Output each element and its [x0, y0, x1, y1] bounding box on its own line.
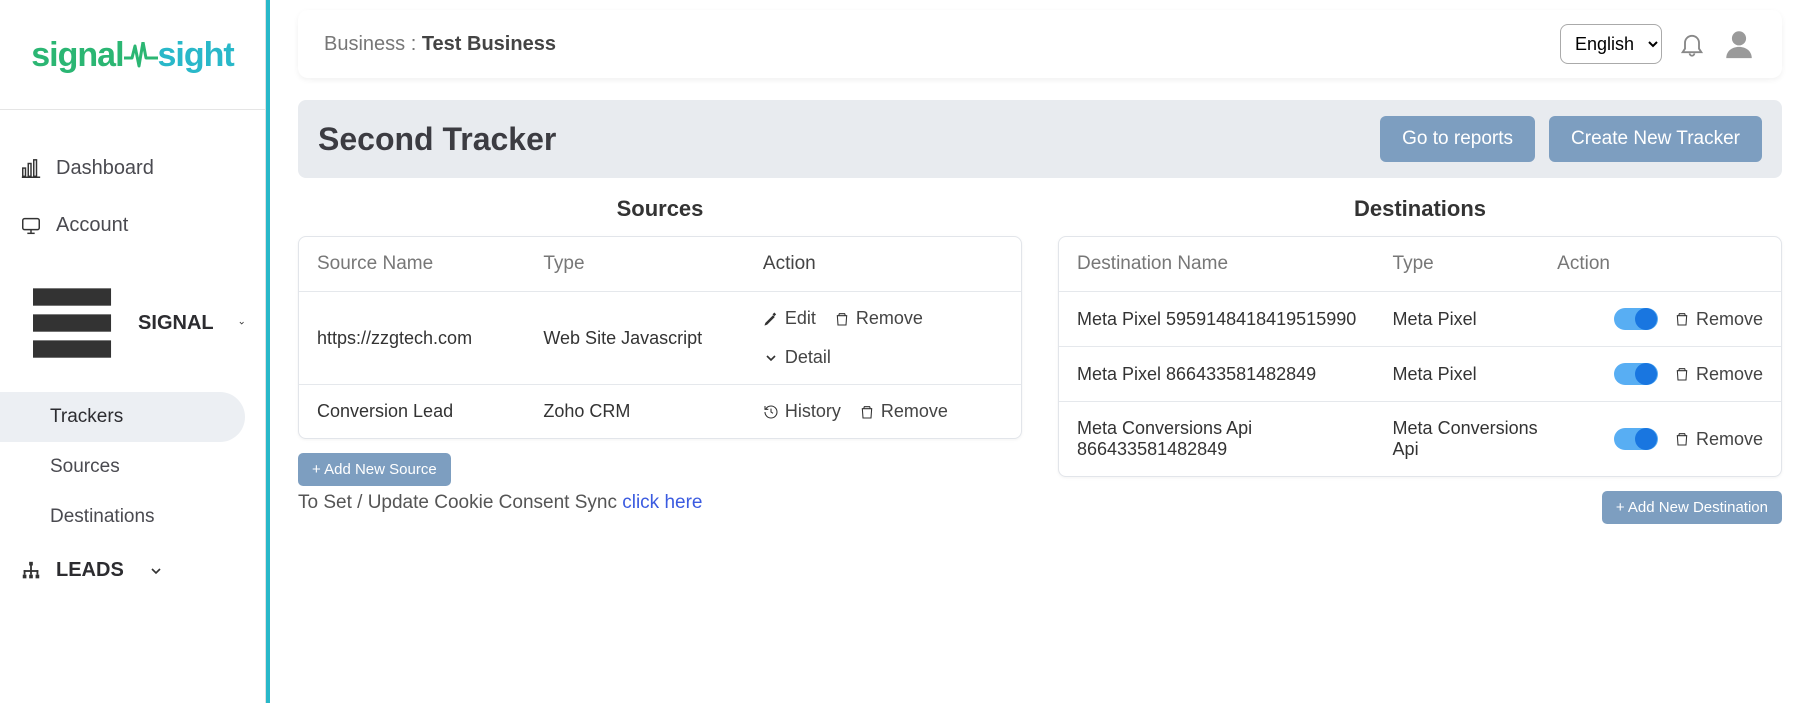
- destination-name: Meta Pixel 5959148418419515990: [1077, 309, 1393, 330]
- trash-icon: [859, 404, 875, 420]
- nav-sub-trackers[interactable]: Trackers: [0, 392, 245, 442]
- nav-account[interactable]: Account: [0, 197, 265, 254]
- trash-icon: [1674, 366, 1690, 382]
- destination-toggle[interactable]: [1614, 308, 1658, 330]
- logo[interactable]: signal sight: [0, 0, 265, 110]
- business-prefix: Business :: [324, 33, 422, 55]
- destination-name: Meta Pixel 866433581482849: [1077, 364, 1393, 385]
- logo-text-1: signal: [31, 36, 123, 74]
- source-row: Conversion Lead Zoho CRM History Remove: [299, 384, 1021, 438]
- history-action[interactable]: History: [763, 401, 841, 422]
- nav: Dashboard Account SIGNAL Trackers Source…: [0, 110, 265, 599]
- trash-icon: [1674, 311, 1690, 327]
- nav-account-label: Account: [56, 214, 128, 237]
- go-to-reports-button[interactable]: Go to reports: [1380, 116, 1535, 162]
- remove-action[interactable]: Remove: [1674, 429, 1763, 450]
- destination-row: Meta Pixel 5959148418419515990 Meta Pixe…: [1059, 291, 1781, 346]
- server-icon: [20, 271, 124, 375]
- sources-header-row: Source Name Type Action: [299, 237, 1021, 291]
- col-destination-name: Destination Name: [1077, 253, 1393, 275]
- nav-group-signal-label: SIGNAL: [138, 312, 214, 335]
- bell-icon[interactable]: [1678, 30, 1706, 58]
- destinations-column: Destinations Destination Name Type Actio…: [1058, 196, 1782, 524]
- remove-action[interactable]: Remove: [1674, 364, 1763, 385]
- cookie-consent-link[interactable]: click here: [622, 492, 702, 513]
- page-title: Second Tracker: [318, 121, 556, 158]
- remove-action[interactable]: Remove: [859, 401, 948, 422]
- logo-text-2: sight: [158, 36, 234, 74]
- edit-action[interactable]: Edit: [763, 308, 816, 329]
- add-new-source-button[interactable]: + Add New Source: [298, 453, 451, 486]
- destination-type: Meta Pixel: [1393, 309, 1558, 330]
- destination-type: Meta Pixel: [1393, 364, 1558, 385]
- sidebar: signal sight Dashboard Account SIGNAL Tra…: [0, 0, 266, 703]
- logo-pulse-icon: [124, 42, 158, 68]
- chevron-down-icon: [763, 350, 779, 366]
- col-source-action: Action: [763, 253, 1003, 275]
- destination-name: Meta Conversions Api 866433581482849: [1077, 418, 1393, 460]
- col-destination-type: Type: [1393, 253, 1558, 275]
- col-source-name: Source Name: [317, 253, 543, 275]
- main: Business : Test Business English Second …: [270, 0, 1810, 703]
- source-name: https://zzgtech.com: [317, 328, 543, 349]
- business-name: Test Business: [422, 33, 556, 55]
- cookie-consent-line: To Set / Update Cookie Consent Sync clic…: [298, 492, 1022, 514]
- nav-group-leads-label: LEADS: [56, 559, 124, 582]
- destination-row: Meta Conversions Api 866433581482849 Met…: [1059, 401, 1781, 476]
- remove-action[interactable]: Remove: [834, 308, 923, 329]
- chevron-down-icon: [238, 315, 245, 331]
- sources-heading: Sources: [298, 196, 1022, 222]
- avatar-icon[interactable]: [1722, 27, 1756, 61]
- business-label: Business : Test Business: [324, 33, 556, 56]
- destination-type: Meta Conversions Api: [1393, 418, 1558, 460]
- sources-column: Sources Source Name Type Action https://…: [298, 196, 1022, 524]
- pencil-icon: [763, 311, 779, 327]
- sources-table: Source Name Type Action https://zzgtech.…: [298, 236, 1022, 439]
- source-type: Web Site Javascript: [543, 328, 763, 349]
- nav-sub-sources[interactable]: Sources: [0, 442, 265, 492]
- source-name: Conversion Lead: [317, 401, 543, 422]
- col-destination-action: Action: [1557, 253, 1763, 275]
- add-new-destination-button[interactable]: + Add New Destination: [1602, 491, 1782, 524]
- nav-sub-destinations[interactable]: Destinations: [0, 492, 265, 542]
- monitor-icon: [20, 215, 42, 237]
- topbar: Business : Test Business English: [298, 10, 1782, 78]
- nav-group-signal[interactable]: SIGNAL: [0, 254, 265, 392]
- title-row: Second Tracker Go to reports Create New …: [298, 100, 1782, 178]
- chevron-down-icon: [148, 563, 164, 579]
- trash-icon: [834, 311, 850, 327]
- cookie-consent-text: To Set / Update Cookie Consent Sync: [298, 492, 622, 513]
- source-row: https://zzgtech.com Web Site Javascript …: [299, 291, 1021, 384]
- destination-toggle[interactable]: [1614, 363, 1658, 385]
- destinations-header-row: Destination Name Type Action: [1059, 237, 1781, 291]
- source-type: Zoho CRM: [543, 401, 763, 422]
- nav-dashboard[interactable]: Dashboard: [0, 140, 265, 197]
- detail-action[interactable]: Detail: [763, 347, 831, 368]
- nav-group-leads[interactable]: LEADS: [0, 542, 265, 599]
- chart-icon: [20, 158, 42, 180]
- destination-row: Meta Pixel 866433581482849 Meta Pixel Re…: [1059, 346, 1781, 401]
- nav-dashboard-label: Dashboard: [56, 157, 154, 180]
- history-icon: [763, 404, 779, 420]
- destination-toggle[interactable]: [1614, 428, 1658, 450]
- language-select[interactable]: English: [1560, 24, 1662, 64]
- trash-icon: [1674, 431, 1690, 447]
- destinations-heading: Destinations: [1058, 196, 1782, 222]
- destinations-table: Destination Name Type Action Meta Pixel …: [1058, 236, 1782, 477]
- remove-action[interactable]: Remove: [1674, 309, 1763, 330]
- col-source-type: Type: [543, 253, 763, 275]
- create-new-tracker-button[interactable]: Create New Tracker: [1549, 116, 1762, 162]
- sitemap-icon: [20, 560, 42, 582]
